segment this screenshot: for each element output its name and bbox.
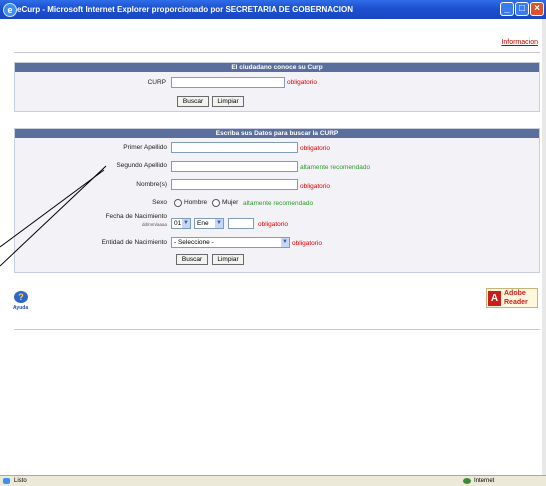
ie-status-icon [3,478,10,484]
annotation-line-lower [0,165,107,267]
status-bar: Listo Internet [0,475,546,486]
status-text: Listo [14,478,27,484]
annotation-line-upper [0,169,105,248]
internet-zone-icon [463,478,471,484]
annotation-lines [0,165,107,267]
zone-text: Internet [474,478,495,484]
